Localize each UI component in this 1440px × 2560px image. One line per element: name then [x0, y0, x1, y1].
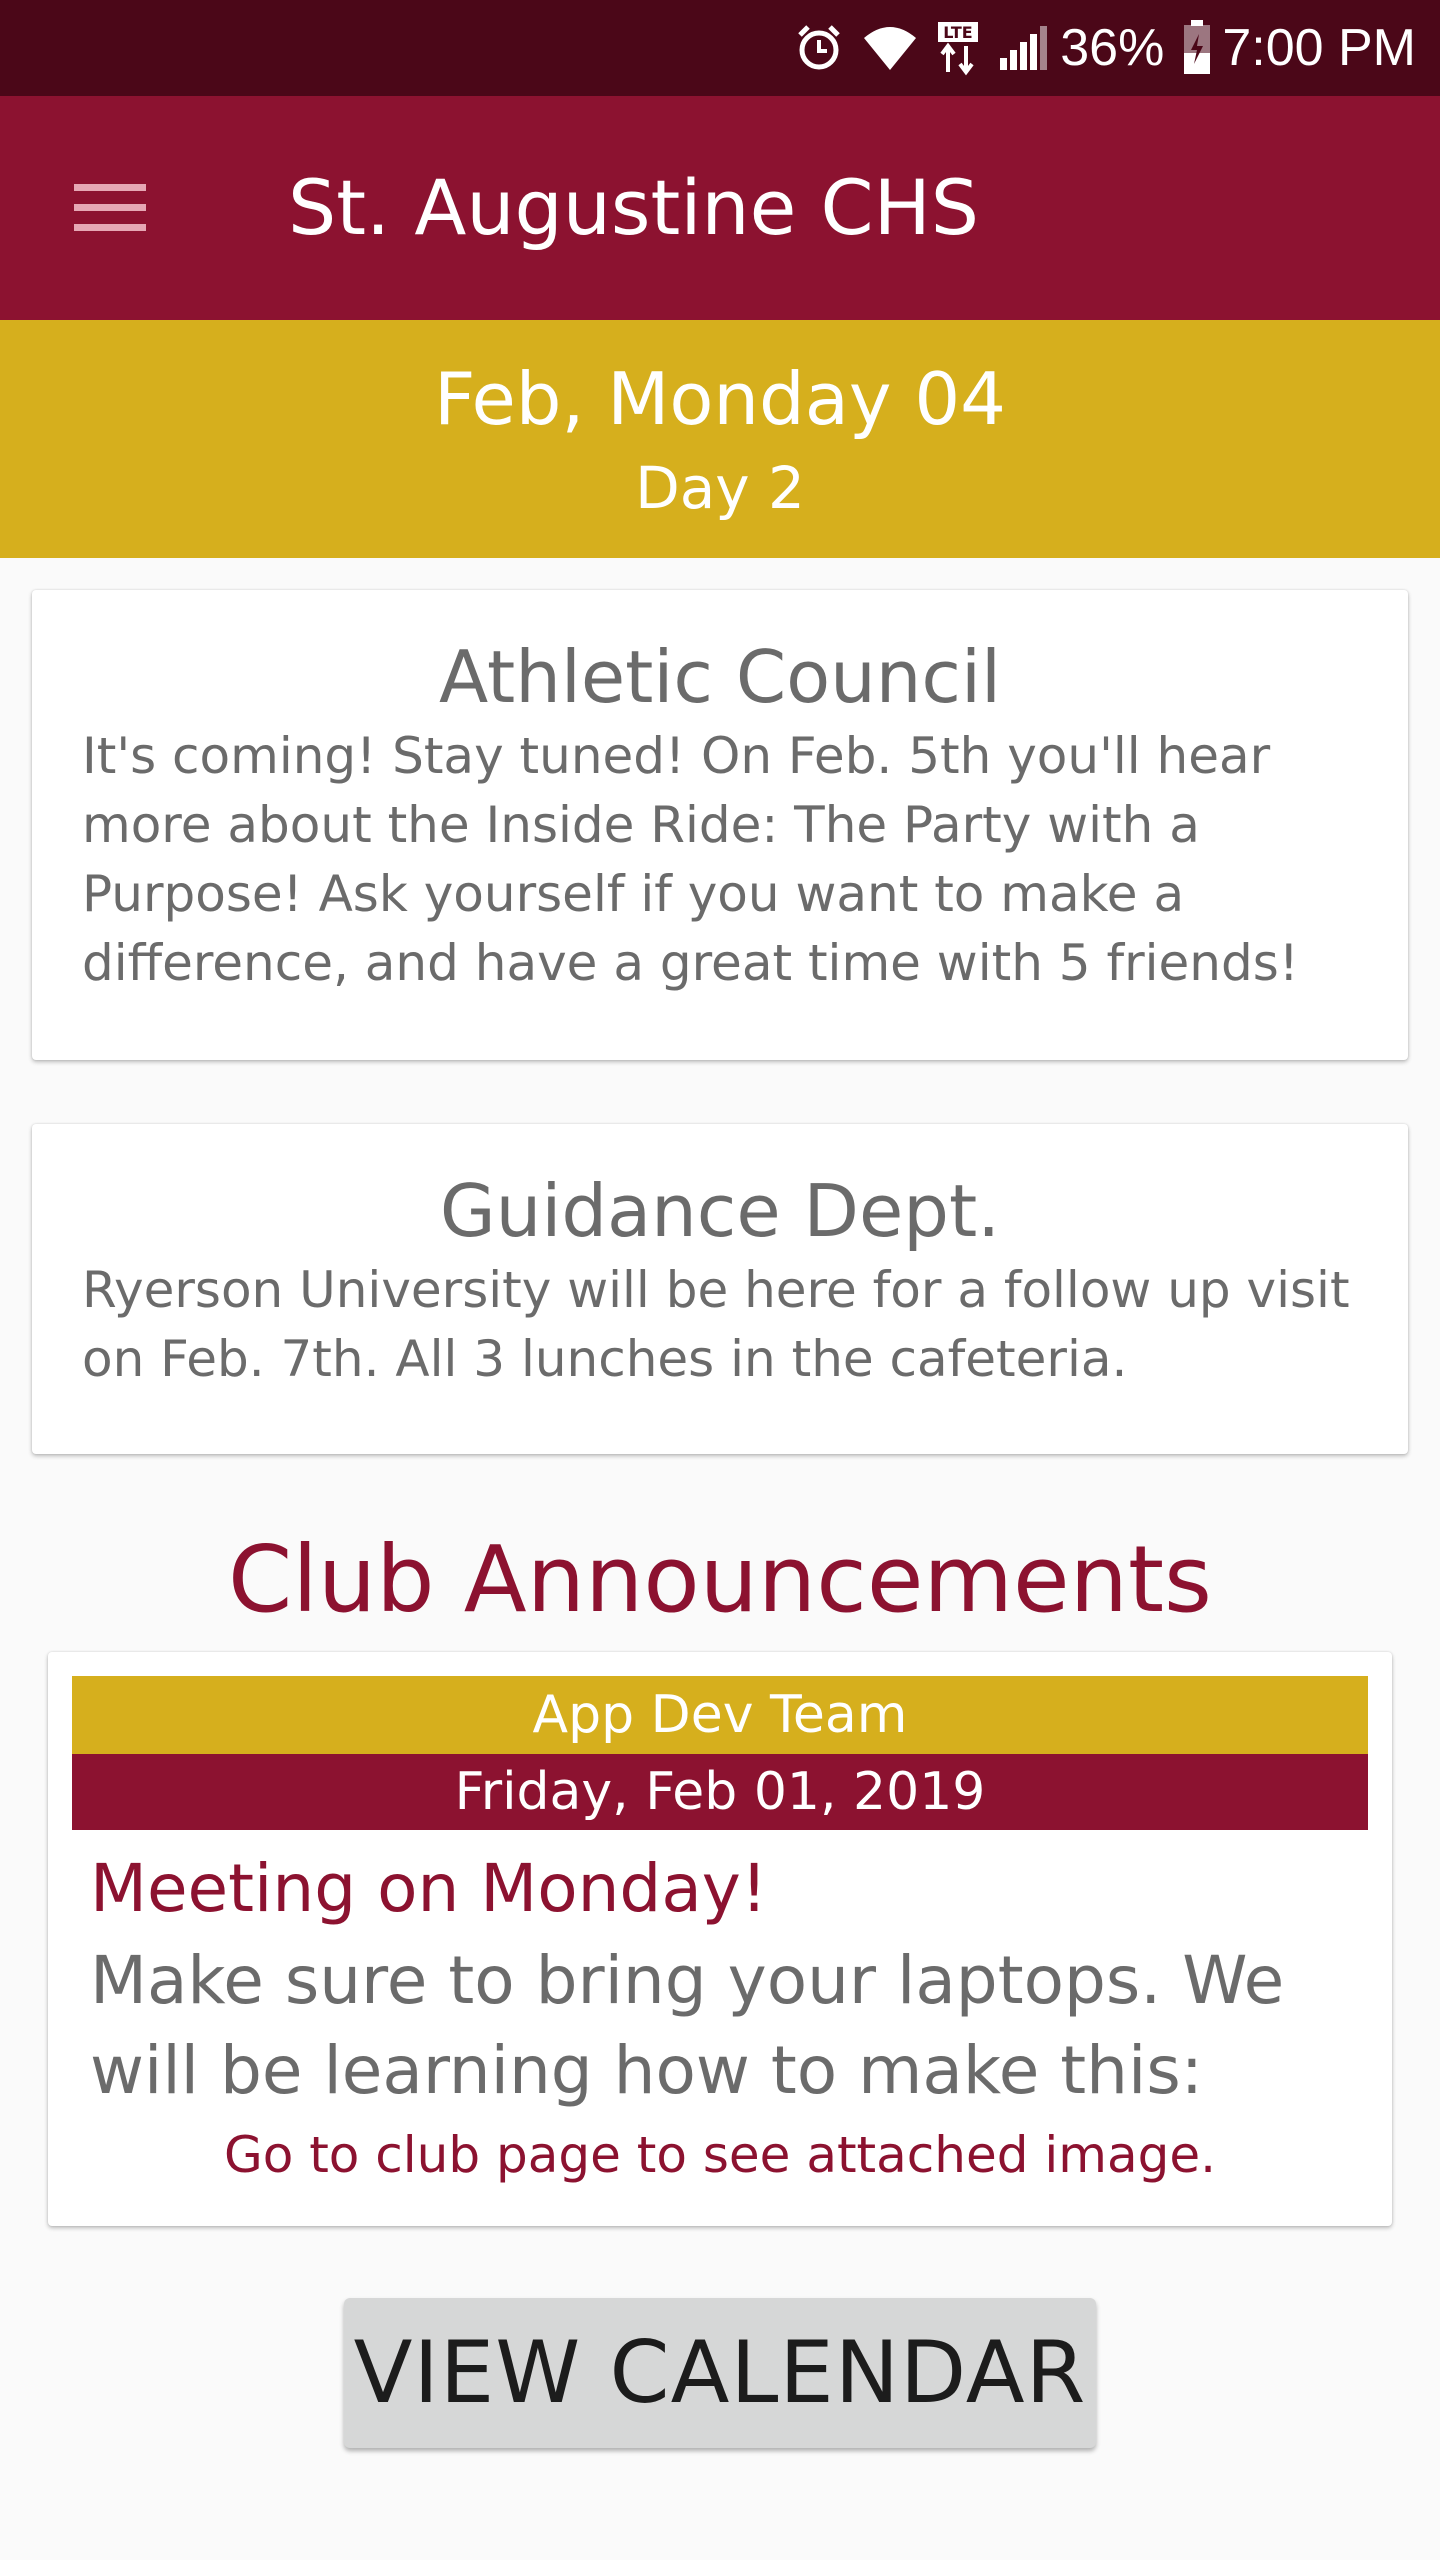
announcement-body: Ryerson University will be here for a fo…	[82, 1261, 1350, 1388]
app-title: St. Augustine CHS	[288, 163, 979, 252]
club-name: App Dev Team	[72, 1676, 1368, 1754]
lte-icon: LTE	[936, 20, 980, 76]
club-page-link[interactable]: Go to club page to see attached image.	[48, 2120, 1392, 2190]
day-cycle: Day 2	[635, 454, 805, 522]
club-announcement-card[interactable]: App Dev Team Friday, Feb 01, 2019 Meetin…	[48, 1652, 1392, 2226]
announcement-body: It's coming! Stay tuned! On Feb. 5th you…	[82, 727, 1299, 992]
status-bar: LTE 36% 7:00 PM	[0, 0, 1440, 96]
view-calendar-button[interactable]: VIEW CALENDAR	[344, 2298, 1096, 2448]
club-post-title: Meeting on Monday!	[90, 1850, 768, 1927]
club-announcements-heading: Club Announcements	[228, 1526, 1212, 1633]
hamburger-menu-icon	[74, 184, 146, 231]
announcement-title: Guidance Dept.	[439, 1169, 1001, 1253]
alarm-icon	[794, 23, 844, 73]
battery-icon	[1182, 20, 1212, 76]
date-banner: Feb, Monday 04 Day 2	[0, 320, 1440, 558]
app-bar: St. Augustine CHS	[0, 96, 1440, 320]
current-date: Feb, Monday 04	[434, 357, 1006, 441]
club-post-date: Friday, Feb 01, 2019	[72, 1754, 1368, 1830]
announcement-card-athletic[interactable]: Athletic Council It's coming! Stay tuned…	[32, 590, 1408, 1060]
menu-button[interactable]	[60, 166, 160, 250]
announcement-card-guidance[interactable]: Guidance Dept. Ryerson University will b…	[32, 1124, 1408, 1454]
wifi-icon	[862, 24, 918, 72]
signal-icon	[998, 24, 1050, 72]
club-post-body: Make sure to bring your laptops. We will…	[90, 1942, 1285, 2109]
lte-label: LTE	[944, 23, 973, 42]
battery-percent: 36%	[1060, 19, 1165, 77]
status-time: 7:00 PM	[1222, 19, 1416, 77]
announcement-title: Athletic Council	[438, 635, 1002, 719]
